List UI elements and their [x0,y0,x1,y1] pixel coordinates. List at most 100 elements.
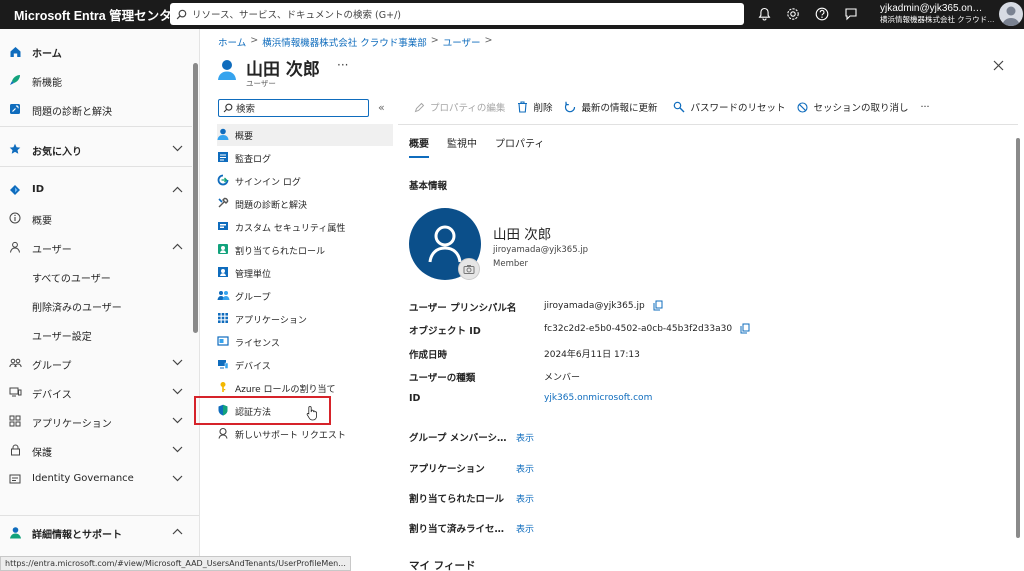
chevron-down-icon [172,474,183,485]
toolbar-more-button[interactable]: ··· [921,102,930,113]
search-placeholder: リソース、サービス、ドキュメントの検索 (G+/) [192,10,401,21]
nav-scrollbar[interactable] [193,63,198,333]
edit-properties-label: プロパティの編集 [430,103,506,114]
device-icon [217,358,229,370]
bell-icon[interactable] [755,4,773,24]
prop-value-id-link[interactable]: yjk365.onmicrosoft.com [544,393,652,403]
menu-item-label: 新しいサポート リクエスト [235,431,346,441]
reset-password-button[interactable]: パスワードのリセット [673,100,785,114]
breadcrumb-tenant[interactable]: 横浜情報機器株式会社 クラウド事業部 [262,35,427,49]
menu-item-label: アプリケーション [235,316,307,326]
breadcrumb-users[interactable]: ユーザー [443,35,481,49]
summary-label-assigned-roles: 割り当てられたロール [409,494,505,505]
nav-help-section[interactable]: 詳細情報とサポート [0,515,199,547]
view-group-membership-link[interactable]: 表示 [516,431,534,444]
menu-item-audit-logs[interactable]: 監査ログ [217,147,393,169]
tab-properties[interactable]: プロパティ [495,135,544,158]
search-icon [176,9,187,19]
group-icon [217,289,230,301]
nav-users[interactable]: ユーザー [0,235,192,259]
menu-item-licenses[interactable]: ライセンス [217,331,393,353]
chevron-down-icon [172,387,183,398]
view-assigned-roles-link[interactable]: 表示 [516,492,534,505]
menu-item-signin-logs[interactable]: サインイン ログ [217,170,393,192]
nav-deleted-users-label: 削除済みのユーザー [32,303,122,314]
menu-item-diagnose[interactable]: 問題の診断と解決 [217,193,393,215]
gear-icon[interactable] [784,4,802,24]
view-applications-link[interactable]: 表示 [516,462,534,475]
resource-menu-search-input[interactable]: 検索 [218,99,369,117]
close-icon[interactable] [993,60,1004,74]
prop-label-user-type: ユーザーの種類 [409,373,476,384]
help-icon[interactable] [813,4,831,24]
nav-groups[interactable]: グループ [0,351,192,375]
menu-item-assigned-roles[interactable]: 割り当てられたロール [217,239,393,261]
nav-overview-label: 概要 [32,216,52,227]
nav-id[interactable]: ID [0,178,192,202]
chevron-down-icon [172,358,183,369]
nav-home[interactable]: ホーム [0,39,192,63]
nav-protection[interactable]: 保護 [0,438,192,462]
menu-item-label: 管理単位 [235,270,272,280]
view-licenses-link[interactable]: 表示 [516,522,534,535]
nav-diagnose[interactable]: 問題の診断と解決 [0,97,192,121]
menu-item-applications[interactable]: アプリケーション [217,308,393,330]
profile-name: 山田 次郎 [493,227,552,243]
menu-item-admin-units[interactable]: 管理単位 [217,262,393,284]
nav-more-help[interactable]: 詳細情報とサポート [0,520,192,544]
nav-identity-governance[interactable]: Identity Governance [0,467,192,491]
my-feed-heading: マイ フィード [409,560,476,571]
revoke-sessions-label: セッションの取り消し [813,103,909,114]
collapse-menu-button[interactable]: « [378,101,385,114]
nav-applications[interactable]: アプリケーション [0,409,192,433]
nav-overview[interactable]: 概要 [0,206,192,230]
menu-item-groups[interactable]: グループ [217,285,393,307]
account-info[interactable]: yjkadmin@yjk365.on… 横浜情報機器株式会社 クラウド… [880,3,995,25]
diamond-icon [8,183,22,197]
nav-deleted-users[interactable]: 削除済みのユーザー [0,293,192,317]
chevron-up-icon [172,527,183,538]
nav-home-label: ホーム [32,49,62,60]
edit-properties-button[interactable]: プロパティの編集 [414,100,505,114]
apps-icon [8,414,22,428]
brand-title[interactable]: Microsoft Entra 管理センター [0,5,184,24]
person-icon [8,240,22,254]
prop-value-user-type: メンバー [544,373,581,383]
refresh-button[interactable]: 最新の情報に更新 [564,100,657,114]
menu-item-new-support-request[interactable]: 新しいサポート リクエスト [217,423,393,445]
delete-button[interactable]: 削除 [517,100,552,114]
account-avatar[interactable] [999,2,1023,26]
nav-identity-governance-label: Identity Governance [32,473,134,484]
nav-devices[interactable]: デバイス [0,380,192,404]
menu-item-label: カスタム セキュリティ属性 [235,224,346,234]
nav-whats-new[interactable]: 新機能 [0,68,192,92]
content-scrollbar[interactable] [1016,138,1020,538]
tab-monitoring[interactable]: 監視中 [447,135,477,158]
copy-icon[interactable] [653,300,663,311]
menu-item-devices[interactable]: デバイス [217,354,393,376]
nav-user-settings[interactable]: ユーザー設定 [0,322,192,346]
nav-whats-new-label: 新機能 [32,78,62,89]
menu-item-label: デバイス [235,362,271,372]
menu-item-custom-security-attributes[interactable]: カスタム セキュリティ属性 [217,216,393,238]
revoke-sessions-button[interactable]: セッションの取り消し [797,100,909,114]
nav-devices-label: デバイス [32,390,72,401]
copy-icon[interactable] [740,323,750,334]
person-icon [428,225,462,263]
menu-item-label: ライセンス [235,339,280,349]
nav-more-help-label: 詳細情報とサポート [32,530,122,541]
page-title: 山田 次郎 [246,60,320,80]
global-search-input[interactable]: リソース、サービス、ドキュメントの検索 (G+/) [170,3,744,25]
title-more-button[interactable]: ··· [337,58,348,72]
nav-favorites[interactable]: お気に入り [0,137,192,161]
feedback-icon[interactable] [842,4,860,24]
breadcrumb-home[interactable]: ホーム [218,35,246,49]
wrench-icon [8,102,22,116]
change-photo-button[interactable] [458,258,480,280]
nav-all-users[interactable]: すべてのユーザー [0,264,192,288]
nav-diagnose-label: 問題の診断と解決 [32,107,112,118]
menu-item-overview[interactable]: 概要 [217,124,393,146]
tab-overview[interactable]: 概要 [409,135,429,158]
menu-item-label: グループ [235,293,271,303]
lock-icon [8,443,22,457]
